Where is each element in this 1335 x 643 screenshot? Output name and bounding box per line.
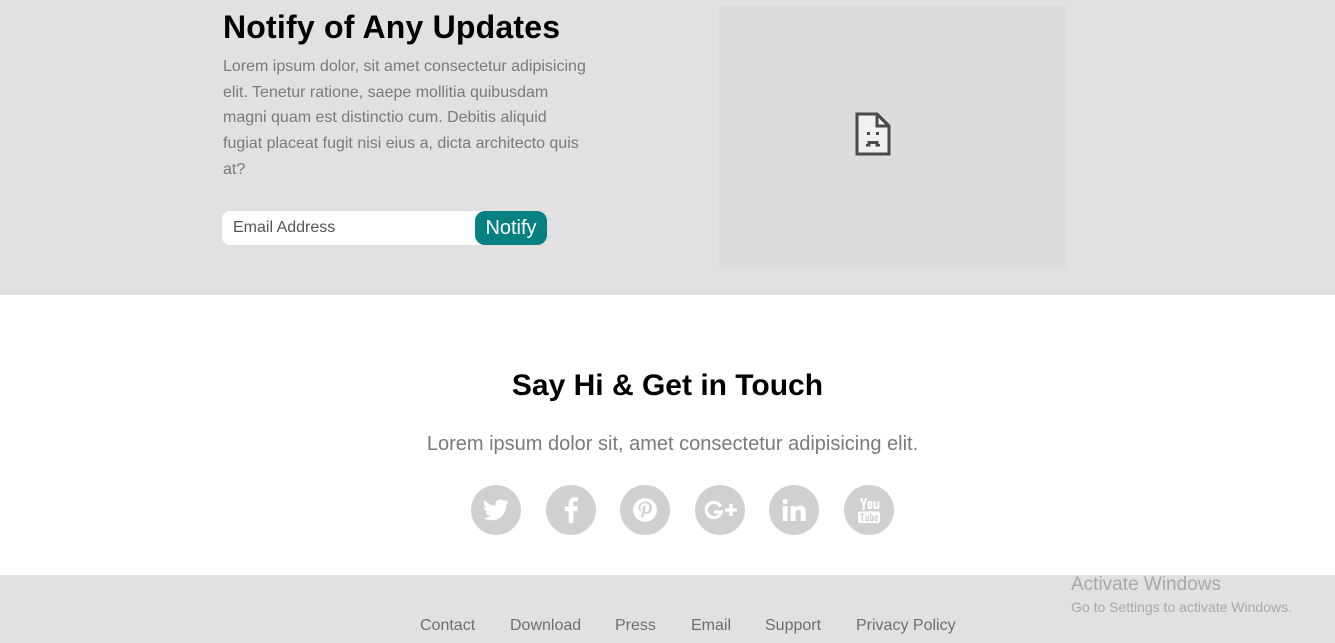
pinterest-icon xyxy=(633,498,657,522)
notify-description: Lorem ipsum dolor, sit amet consectetur … xyxy=(223,58,586,178)
broken-image-icon xyxy=(855,112,891,156)
footer-link-press[interactable]: Press xyxy=(615,617,656,635)
footer-link-download[interactable]: Download xyxy=(510,617,581,635)
linkedin-button[interactable] xyxy=(769,485,819,535)
contact-title: Say Hi & Get in Touch xyxy=(511,369,824,402)
linkedin-icon xyxy=(782,498,806,521)
footer-link-privacy-policy[interactable]: Privacy Policy xyxy=(856,617,956,635)
twitter-icon xyxy=(483,499,509,521)
notify-button[interactable]: Notify xyxy=(475,211,547,245)
email-form: Notify xyxy=(222,211,548,245)
youtube-icon xyxy=(858,498,880,523)
notify-title: Notify of Any Updates xyxy=(223,9,561,45)
footer-link-contact[interactable]: Contact xyxy=(420,617,475,635)
activate-windows-subtitle: Go to Settings to activate Windows. xyxy=(1071,599,1292,615)
google-plus-button[interactable] xyxy=(695,485,745,535)
google-plus-icon xyxy=(704,500,737,520)
activate-windows-title: Activate Windows xyxy=(1071,574,1221,595)
notify-section: Notify of Any Updates Lorem ipsum dolor,… xyxy=(0,0,1335,295)
contact-section: Say Hi & Get in Touch Lorem ipsum dolor … xyxy=(0,295,1335,575)
facebook-icon xyxy=(564,497,578,523)
contact-subtitle: Lorem ipsum dolor sit, amet consectetur … xyxy=(426,433,919,455)
pinterest-button[interactable] xyxy=(620,485,670,535)
footer-link-support[interactable]: Support xyxy=(765,617,821,635)
footer-link-email[interactable]: Email xyxy=(691,617,731,635)
facebook-button[interactable] xyxy=(546,485,596,535)
twitter-button[interactable] xyxy=(471,485,521,535)
image-placeholder xyxy=(719,6,1067,269)
youtube-button[interactable] xyxy=(844,485,894,535)
